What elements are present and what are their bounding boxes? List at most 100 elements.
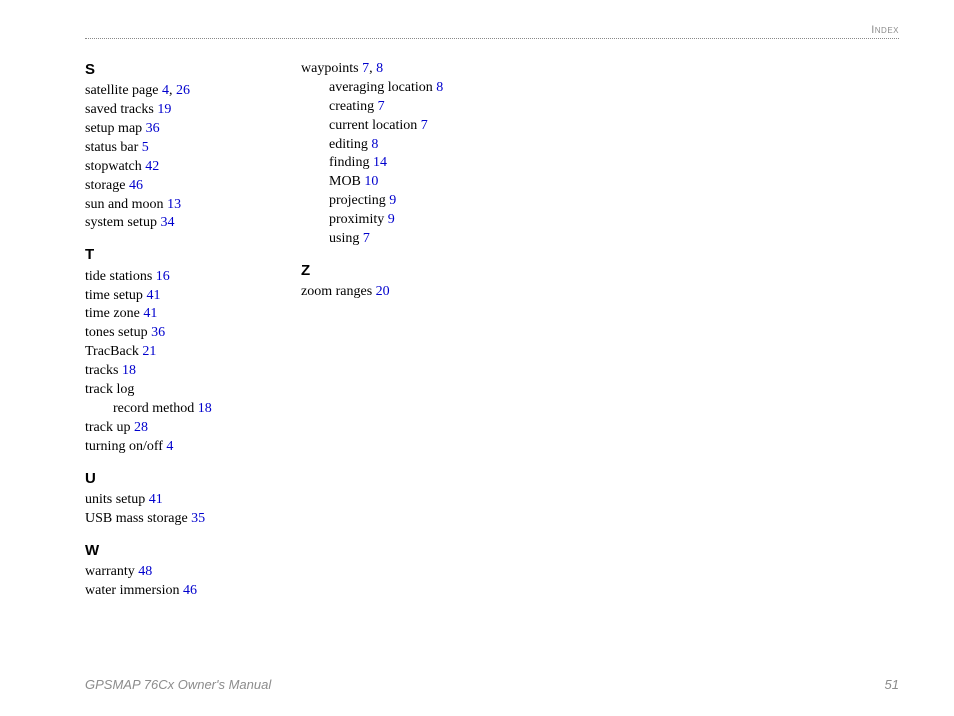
index-page-link[interactable]: 36 bbox=[146, 121, 160, 136]
index-term: averaging location bbox=[329, 80, 433, 95]
index-entry: zoom ranges 20 bbox=[301, 283, 471, 302]
index-page-link[interactable]: 8 bbox=[376, 61, 383, 76]
index-page-link[interactable]: 28 bbox=[134, 420, 148, 435]
index-page-link[interactable]: 14 bbox=[373, 155, 387, 170]
index-term: tones setup bbox=[85, 325, 148, 340]
index-entry: finding 14 bbox=[329, 154, 471, 173]
page-refs: 7 bbox=[421, 118, 428, 133]
page-refs: 7, 8 bbox=[362, 61, 383, 76]
page-refs: 34 bbox=[160, 215, 174, 230]
index-page-link[interactable]: 5 bbox=[142, 140, 149, 155]
footer-manual-title: GPSMAP 76Cx Owner's Manual bbox=[85, 677, 271, 692]
index-term: system setup bbox=[85, 215, 157, 230]
index-term: time zone bbox=[85, 306, 140, 321]
index-term: warranty bbox=[85, 564, 135, 579]
page-refs: 7 bbox=[363, 231, 370, 246]
index-term: zoom ranges bbox=[301, 284, 372, 299]
index-page-link[interactable]: 36 bbox=[151, 325, 165, 340]
page-refs: 13 bbox=[167, 197, 181, 212]
page-refs: 4, 26 bbox=[162, 83, 190, 98]
index-page-link[interactable]: 13 bbox=[167, 197, 181, 212]
index-term: sun and moon bbox=[85, 197, 164, 212]
index-term: editing bbox=[329, 137, 368, 152]
index-term: saved tracks bbox=[85, 102, 154, 117]
index-page-link[interactable]: 7 bbox=[363, 231, 370, 246]
index-page-link[interactable]: 8 bbox=[436, 80, 443, 95]
index-entry: TracBack 21 bbox=[85, 343, 255, 362]
page-refs: 46 bbox=[129, 178, 143, 193]
index-entry: sun and moon 13 bbox=[85, 196, 255, 215]
page-refs: 19 bbox=[157, 102, 171, 117]
index-page-link[interactable]: 8 bbox=[371, 137, 378, 152]
page-refs: 48 bbox=[138, 564, 152, 579]
index-page-link[interactable]: 42 bbox=[145, 159, 159, 174]
index-page-link[interactable]: 41 bbox=[143, 306, 157, 321]
index-page-link[interactable]: 19 bbox=[157, 102, 171, 117]
index-page-link[interactable]: 46 bbox=[129, 178, 143, 193]
header-rule bbox=[85, 38, 899, 39]
index-page-link[interactable]: 7 bbox=[421, 118, 428, 133]
index-term: satellite page bbox=[85, 83, 158, 98]
index-columns: Ssatellite page 4, 26saved tracks 19setu… bbox=[85, 60, 899, 601]
index-entry: water immersion 46 bbox=[85, 582, 255, 601]
index-page-link[interactable]: 48 bbox=[138, 564, 152, 579]
index-page-link[interactable]: 10 bbox=[364, 174, 378, 189]
index-term: units setup bbox=[85, 492, 145, 507]
index-term: turning on/off bbox=[85, 439, 163, 454]
index-page-link[interactable]: 21 bbox=[142, 344, 156, 359]
index-page-link[interactable]: 16 bbox=[156, 269, 170, 284]
index-entry: turning on/off 4 bbox=[85, 438, 255, 457]
index-term: MOB bbox=[329, 174, 361, 189]
index-entry: waypoints 7, 8 bbox=[301, 60, 471, 79]
index-page-link[interactable]: 4 bbox=[166, 439, 173, 454]
index-entry: editing 8 bbox=[329, 136, 471, 155]
page-refs: 20 bbox=[376, 284, 390, 299]
index-term: TracBack bbox=[85, 344, 139, 359]
index-term: waypoints bbox=[301, 61, 359, 76]
page-refs: 18 bbox=[198, 401, 212, 416]
index-page-link[interactable]: 7 bbox=[378, 99, 385, 114]
index-entry: system setup 34 bbox=[85, 214, 255, 233]
page-refs: 8 bbox=[436, 80, 443, 95]
page-refs: 41 bbox=[143, 306, 157, 321]
section-letter: Z bbox=[301, 261, 471, 281]
index-column: waypoints 7, 8averaging location 8creati… bbox=[301, 60, 471, 601]
index-page-link[interactable]: 9 bbox=[388, 212, 395, 227]
page-refs: 42 bbox=[145, 159, 159, 174]
index-column: Ssatellite page 4, 26saved tracks 19setu… bbox=[85, 60, 255, 601]
index-page-link[interactable]: 18 bbox=[198, 401, 212, 416]
page-refs: 35 bbox=[191, 511, 205, 526]
index-term: stopwatch bbox=[85, 159, 142, 174]
index-entry: tracks 18 bbox=[85, 362, 255, 381]
page-refs: 14 bbox=[373, 155, 387, 170]
index-page-link[interactable]: 41 bbox=[149, 492, 163, 507]
index-entry: averaging location 8 bbox=[329, 79, 471, 98]
index-term: finding bbox=[329, 155, 369, 170]
index-page-link[interactable]: 41 bbox=[146, 288, 160, 303]
index-page-link[interactable]: 34 bbox=[160, 215, 174, 230]
index-page-link[interactable]: 9 bbox=[389, 193, 396, 208]
index-term: using bbox=[329, 231, 359, 246]
index-page-link[interactable]: 7 bbox=[362, 61, 369, 76]
index-term: water immersion bbox=[85, 583, 179, 598]
index-page-link[interactable]: 35 bbox=[191, 511, 205, 526]
index-entry: tide stations 16 bbox=[85, 268, 255, 287]
index-page-link[interactable]: 18 bbox=[122, 363, 136, 378]
index-entry: projecting 9 bbox=[329, 192, 471, 211]
page-separator: , bbox=[369, 61, 376, 76]
index-entry: proximity 9 bbox=[329, 211, 471, 230]
index-page-link[interactable]: 4 bbox=[162, 83, 169, 98]
index-page-link[interactable]: 20 bbox=[376, 284, 390, 299]
index-term: tracks bbox=[85, 363, 118, 378]
index-page-link[interactable]: 46 bbox=[183, 583, 197, 598]
index-entry: USB mass storage 35 bbox=[85, 510, 255, 529]
index-entry: status bar 5 bbox=[85, 139, 255, 158]
index-entry: current location 7 bbox=[329, 117, 471, 136]
index-entry: tones setup 36 bbox=[85, 324, 255, 343]
index-entry: record method 18 bbox=[113, 400, 255, 419]
index-page-link[interactable]: 26 bbox=[176, 83, 190, 98]
section-letter: T bbox=[85, 245, 255, 265]
page-footer: GPSMAP 76Cx Owner's Manual 51 bbox=[85, 677, 899, 692]
index-entry: track up 28 bbox=[85, 419, 255, 438]
page-refs: 41 bbox=[149, 492, 163, 507]
